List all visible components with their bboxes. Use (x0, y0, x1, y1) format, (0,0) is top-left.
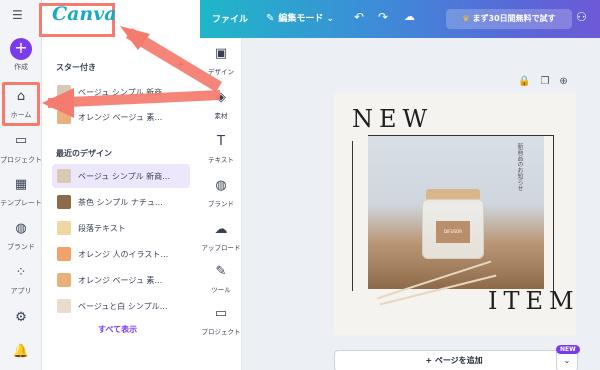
top-bar: ファイル ✎ 編集モード ⌄ ↶ ↷ ☁ ♛ まず30日間無料で試す ⚇ (200, 0, 600, 38)
recent-item-label: ベージュ シンプル 新商… (78, 172, 171, 181)
text-icon[interactable]: T (200, 134, 242, 149)
add-user-icon[interactable]: ⚇ (576, 10, 587, 24)
tool-label-draw[interactable]: ツール (200, 284, 242, 294)
elements-icon[interactable]: ◈ (200, 90, 242, 105)
recent-item[interactable]: ベージュ シンプル 新商… (52, 164, 190, 188)
tool-label-brand[interactable]: ブランド (200, 198, 242, 208)
design-thumbnail (57, 299, 71, 313)
recent-item[interactable]: オレンジ ベージュ 素… (52, 268, 190, 292)
cloud-save-icon[interactable]: ☁ (404, 10, 415, 23)
design-thumbnail (57, 110, 71, 124)
crown-icon: ♛ (462, 14, 470, 23)
starred-item-label: オレンジ ベージュ 素… (78, 113, 163, 122)
frame-line (368, 135, 554, 295)
undo-icon[interactable]: ↶ (354, 10, 364, 24)
collapse-menu-icon[interactable]: ☰ (12, 8, 23, 22)
settings-icon[interactable]: ⚙ (0, 310, 42, 325)
folder-tool-icon[interactable]: ▭ (200, 306, 242, 321)
create-button[interactable]: + (10, 38, 32, 60)
brand-label[interactable]: ブランド (0, 242, 42, 252)
frame-line-left (352, 141, 353, 291)
templates-label[interactable]: テンプレート (0, 198, 42, 208)
starred-section-title: スター付き (56, 63, 96, 72)
tool-label-design[interactable]: デザイン (200, 66, 242, 76)
tool-rail: ▣ デザイン ◈ 素材 T テキスト ◍ ブランド ☁ アップロード ✎ ツール… (200, 38, 242, 370)
tool-label-upload[interactable]: アップロード (200, 242, 242, 252)
recent-item-label: 段落テキスト (78, 224, 126, 233)
edit-mode-label: 編集モード (278, 14, 324, 24)
tool-label-projects[interactable]: プロジェクト (200, 326, 242, 336)
recent-item-label: オレンジ 人のイラスト… (78, 250, 169, 259)
recent-section-title: 最近のデザイン (56, 149, 112, 158)
edit-mode-menu[interactable]: ✎ 編集モード ⌄ (266, 11, 334, 24)
add-starred-icon[interactable]: + (176, 58, 185, 71)
duplicate-icon[interactable]: ❐ (540, 76, 559, 87)
side-panel: Canva スター付き + ベージュ シンプル 新商 オレンジ ベージュ 素… … (39, 0, 200, 370)
folder-icon[interactable]: ▭ (0, 133, 42, 148)
canva-logo[interactable]: Canva (52, 3, 117, 25)
tool-label-elements[interactable]: 素材 (200, 110, 242, 120)
create-label: 作成 (14, 63, 28, 71)
apps-icon[interactable]: ⁘ (0, 265, 42, 280)
recent-item-label: 茶色 シンプル ナチュ… (78, 198, 163, 207)
pencil-icon: ✎ (266, 13, 275, 24)
recent-item[interactable]: オレンジ 人のイラスト… (52, 242, 190, 266)
design-page[interactable]: DIFUSOR NEW 新商品のお知らせ ITEM (334, 93, 576, 335)
layout-icon[interactable]: ▣ (200, 46, 242, 61)
page-actions: 🔒❐⊕ (518, 76, 578, 87)
starred-item-label: ベージュ シンプル 新商 (78, 88, 163, 97)
apps-label[interactable]: アプリ (0, 286, 42, 296)
brand-icon[interactable]: ◍ (0, 221, 42, 236)
templates-icon[interactable]: ▦ (0, 177, 42, 192)
design-thumbnail (57, 221, 71, 235)
design-thumbnail (57, 247, 71, 261)
vertical-caption[interactable]: 新商品のお知らせ (494, 143, 524, 191)
projects-label[interactable]: プロジェクト (0, 155, 42, 165)
file-menu[interactable]: ファイル (212, 12, 248, 25)
canvas-area: 🔒❐⊕ DIFUSOR NEW 新商品のお知らせ ITEM + ページを追加 ⌄… (242, 38, 600, 370)
recent-item-label: ベージュと白 シンプル… (78, 302, 168, 311)
chevron-down-icon: ⌄ (326, 14, 335, 24)
design-thumbnail (57, 85, 71, 99)
add-page-icon[interactable]: ⊕ (559, 76, 577, 87)
starred-item[interactable]: ベージュ シンプル 新商 (52, 80, 190, 104)
design-thumbnail (57, 169, 71, 183)
recent-item[interactable]: 茶色 シンプル ナチュ… (52, 190, 190, 214)
add-page-button[interactable]: + ページを追加 (334, 350, 574, 370)
recent-item[interactable]: ベージュと白 シンプル… (52, 294, 190, 318)
tool-label-text[interactable]: テキスト (200, 154, 242, 164)
new-badge: NEW (556, 345, 580, 354)
notification-bell-icon[interactable]: 🔔 (0, 344, 42, 359)
headline-text[interactable]: NEW (352, 105, 433, 133)
free-trial-label: まず30日間無料で試す (472, 14, 556, 23)
recent-item[interactable]: 段落テキスト (52, 216, 190, 240)
show-all-link[interactable]: すべて表示 (98, 324, 137, 335)
recent-item-label: オレンジ ベージュ 素… (78, 276, 163, 285)
upload-icon[interactable]: ☁ (200, 222, 242, 237)
footer-text[interactable]: ITEM (488, 287, 576, 315)
lock-icon[interactable]: 🔒 (518, 76, 540, 87)
home-highlight-box (2, 82, 40, 126)
design-thumbnail (57, 273, 71, 287)
left-rail: ☰ + 作成 ⌂ ホーム ▭ プロジェクト ▦ テンプレート ◍ ブランド ⁘ … (0, 0, 42, 370)
draw-icon[interactable]: ✎ (200, 264, 242, 279)
redo-icon[interactable]: ↷ (378, 10, 388, 24)
brand-tool-icon[interactable]: ◍ (200, 178, 242, 193)
free-trial-button[interactable]: ♛ まず30日間無料で試す (446, 9, 572, 29)
starred-item[interactable]: オレンジ ベージュ 素… (52, 105, 190, 129)
design-thumbnail (57, 195, 71, 209)
